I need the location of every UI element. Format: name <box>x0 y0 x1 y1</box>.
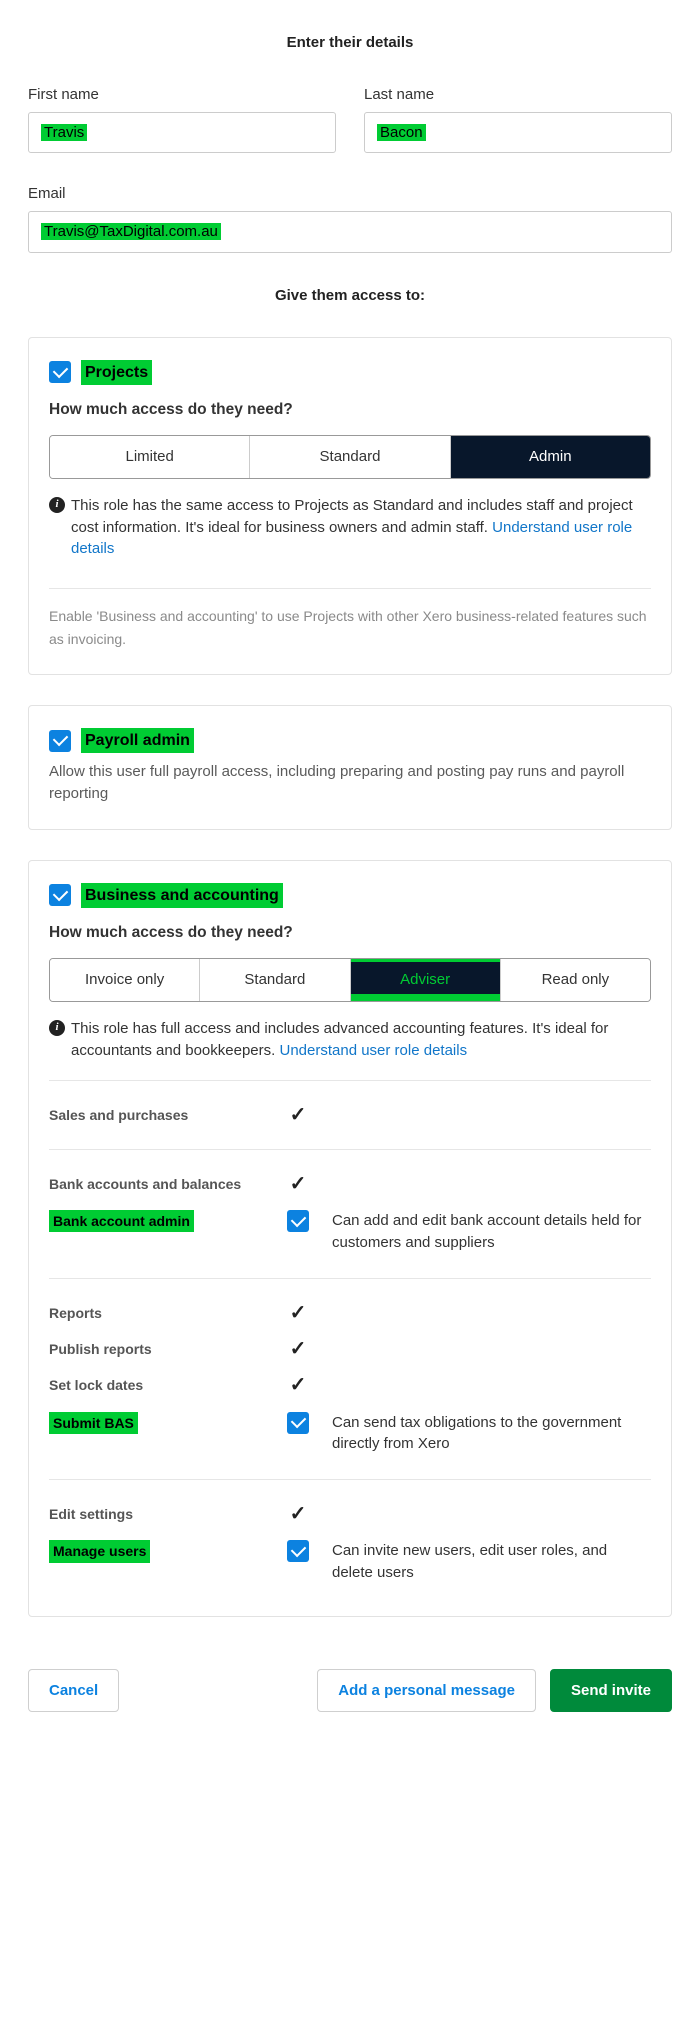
business-adviser-option[interactable]: Adviser <box>351 959 501 1001</box>
projects-admin-option[interactable]: Admin <box>451 436 650 478</box>
projects-role-description: This role has the same access to Project… <box>71 495 651 560</box>
check-icon: ✓ <box>290 1174 307 1194</box>
business-role-description: This role has full access and includes a… <box>71 1018 651 1062</box>
projects-title: Projects <box>81 360 152 385</box>
give-access-heading: Give them access to: <box>28 253 672 337</box>
send-invite-button[interactable]: Send invite <box>550 1669 672 1712</box>
business-title: Business and accounting <box>81 883 283 908</box>
check-icon: ✓ <box>290 1375 307 1395</box>
business-card: Business and accounting How much access … <box>28 860 672 1617</box>
email-input[interactable]: Travis@TaxDigital.com.au <box>28 211 672 253</box>
business-standard-option[interactable]: Standard <box>200 959 350 1001</box>
last-name-input[interactable]: Bacon <box>364 112 672 154</box>
projects-checkbox[interactable] <box>49 361 71 383</box>
last-name-label: Last name <box>364 84 672 106</box>
projects-limited-option[interactable]: Limited <box>50 436 250 478</box>
check-icon: ✓ <box>290 1303 307 1323</box>
check-icon: ✓ <box>290 1504 307 1524</box>
manage-users-label: Manage users <box>49 1540 150 1562</box>
publish-reports-label: Publish reports <box>49 1339 264 1359</box>
business-read-only-option[interactable]: Read only <box>501 959 650 1001</box>
payroll-card: Payroll admin Allow this user full payro… <box>28 705 672 830</box>
first-name-input[interactable]: Travis <box>28 112 336 154</box>
bank-account-admin-label: Bank account admin <box>49 1210 194 1232</box>
first-name-value: Travis <box>41 124 87 141</box>
bank-account-admin-desc: Can add and edit bank account details he… <box>332 1210 651 1254</box>
email-label: Email <box>28 183 672 205</box>
last-name-value: Bacon <box>377 124 426 141</box>
bank-accounts-label: Bank accounts and balances <box>49 1174 264 1194</box>
projects-note: Enable 'Business and accounting' to use … <box>49 605 651 650</box>
check-icon: ✓ <box>290 1339 307 1359</box>
info-icon: i <box>49 1020 65 1036</box>
projects-access-segment: Limited Standard Admin <box>49 435 651 479</box>
edit-settings-label: Edit settings <box>49 1504 264 1524</box>
sales-purchases-label: Sales and purchases <box>49 1105 264 1125</box>
business-access-segment: Invoice only Standard Adviser Read only <box>49 958 651 1002</box>
business-checkbox[interactable] <box>49 884 71 906</box>
set-lock-dates-label: Set lock dates <box>49 1375 264 1395</box>
manage-users-desc: Can invite new users, edit user roles, a… <box>332 1540 651 1584</box>
manage-users-checkbox[interactable] <box>287 1540 309 1562</box>
projects-access-question: How much access do they need? <box>49 399 651 421</box>
projects-card: Projects How much access do they need? L… <box>28 337 672 675</box>
cancel-button[interactable]: Cancel <box>28 1669 119 1712</box>
enter-details-heading: Enter their details <box>28 0 672 84</box>
reports-label: Reports <box>49 1303 264 1323</box>
submit-bas-checkbox[interactable] <box>287 1412 309 1434</box>
bank-account-admin-checkbox[interactable] <box>287 1210 309 1232</box>
projects-standard-option[interactable]: Standard <box>250 436 450 478</box>
submit-bas-desc: Can send tax obligations to the governme… <box>332 1412 651 1456</box>
add-personal-message-button[interactable]: Add a personal message <box>317 1669 536 1712</box>
first-name-label: First name <box>28 84 336 106</box>
business-role-details-link[interactable]: Understand user role details <box>279 1042 467 1059</box>
info-icon: i <box>49 497 65 513</box>
business-access-question: How much access do they need? <box>49 922 651 944</box>
business-invoice-only-option[interactable]: Invoice only <box>50 959 200 1001</box>
payroll-checkbox[interactable] <box>49 730 71 752</box>
payroll-title: Payroll admin <box>81 728 194 753</box>
payroll-description: Allow this user full payroll access, inc… <box>49 761 651 805</box>
email-value: Travis@TaxDigital.com.au <box>41 223 221 240</box>
submit-bas-label: Submit BAS <box>49 1412 138 1434</box>
check-icon: ✓ <box>290 1105 307 1125</box>
